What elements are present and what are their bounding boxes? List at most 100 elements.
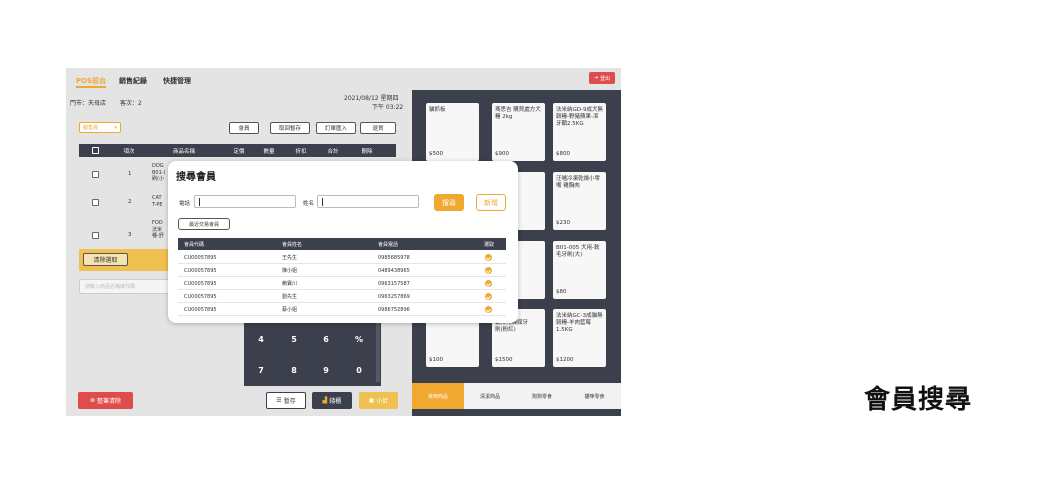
key-7[interactable]: 7 [246, 356, 276, 384]
product-name: B01-005 犬用-軟毛牙刷(大) [556, 245, 600, 259]
check-circle-icon[interactable] [485, 293, 492, 300]
row-index: 1 [128, 171, 132, 177]
member-row[interactable]: CU00057895 陳小姐 0489438965 [178, 264, 506, 277]
row-product-name: CAT T-PE [152, 195, 163, 208]
numeric-keypad: 4 5 6 % 7 8 9 0 [244, 318, 381, 386]
row-checkbox[interactable] [92, 232, 99, 239]
add-member-button[interactable]: 新增 [476, 194, 506, 211]
product-price: $1500 [495, 357, 513, 363]
member-row[interactable]: CU00057895 賴寶川 0963157587 [178, 277, 506, 290]
guest-count: 客次：2 [120, 100, 142, 107]
subtotal-button[interactable]: ▣ 小計 [359, 392, 398, 409]
key-8[interactable]: 8 [279, 356, 309, 384]
name-input[interactable] [317, 195, 419, 208]
col-price: 定價 [233, 148, 245, 155]
category-tab[interactable]: 常用商品 [412, 383, 464, 409]
cashbox-icon: ▟ [322, 397, 328, 404]
select-all-checkbox[interactable] [92, 147, 99, 154]
category-tab[interactable]: 清潔商品 [464, 383, 516, 409]
keypad-side-key[interactable] [376, 322, 380, 382]
store-label: 門市：天母店 [70, 100, 107, 107]
col-delete: 刪除 [361, 148, 373, 155]
cashbox-button[interactable]: ▟ 錢櫃 [312, 392, 352, 409]
member-code: CU00057895 [184, 306, 217, 313]
member-phone: 0985685978 [378, 254, 410, 261]
product-name: 瑪思吉 購買處方犬糧 2kg [495, 107, 541, 121]
text-cursor [322, 198, 323, 206]
tab-pos[interactable]: POS前台 [76, 76, 106, 86]
check-circle-icon[interactable] [485, 280, 492, 287]
member-name: 蔡小姐 [282, 307, 298, 313]
clear-select-button[interactable]: 清除選取 [83, 253, 128, 266]
product-card[interactable]: 汪喵冷凍乾燥小零嘴 雞胸肉 $230 [553, 172, 606, 230]
member-table-header: 會員代碼 會員姓名 會員電話 選取 [178, 238, 506, 250]
member-phone: 0963157587 [378, 280, 410, 287]
member-row[interactable]: CU00057895 王先生 0985685978 [178, 251, 506, 264]
category-tab[interactable]: 狗狗零食 [516, 383, 568, 409]
scan-input[interactable]: 請輸入商品名稱或代碼 [79, 279, 179, 294]
col-quantity: 數量 [263, 148, 275, 155]
product-card[interactable]: B01-005 犬用-軟毛牙刷(大) $80 [553, 241, 606, 299]
key-5[interactable]: 5 [279, 325, 309, 353]
product-card[interactable]: 貓抓板 $500 [426, 103, 479, 161]
key-4[interactable]: 4 [246, 325, 276, 353]
row-index: 2 [128, 199, 132, 205]
product-card[interactable]: 法米納GC-3成貓無穀糧-羊肉藍莓1.5KG $1200 [553, 309, 606, 367]
col-member-name: 會員姓名 [282, 241, 303, 248]
col-total: 合計 [327, 148, 339, 155]
member-code: CU00057895 [184, 267, 217, 274]
product-price: $100 [429, 357, 443, 363]
product-price: $500 [429, 151, 443, 157]
order-import-button[interactable]: 訂單匯入 [316, 122, 356, 134]
member-code: CU00057895 [184, 254, 217, 261]
member-row[interactable]: CU00057895 蔡小姐 0986752896 [178, 303, 506, 316]
recent-members-button[interactable]: 最近交易會員 [178, 218, 230, 230]
clear-all-button[interactable]: ⊗ 整筆清除 [78, 392, 133, 409]
row-product-name: FOO 法米 種-舒 [152, 220, 164, 239]
member-button[interactable]: 會員 [229, 122, 259, 134]
member-search-modal: 搜尋會員 電話 姓名 搜尋 新增 最近交易會員 會員代碼 會員姓名 會員電話 選… [168, 161, 518, 323]
time-display: 下午 03:22 [372, 104, 404, 111]
close-circle-icon: ⊗ [89, 397, 95, 404]
product-name: 汪喵冷凍乾燥小零嘴 雞胸肉 [556, 176, 601, 190]
active-tab-indicator [76, 86, 106, 88]
key-6[interactable]: 6 [311, 325, 341, 353]
category-tab[interactable]: 貓咪零食 [568, 383, 621, 409]
col-index: 項次 [123, 148, 135, 155]
logout-icon: ⇥ [593, 75, 599, 81]
row-checkbox[interactable] [92, 171, 99, 178]
member-row[interactable]: CU00057895 劉先生 0963257869 [178, 290, 506, 303]
member-phone: 0986752896 [378, 306, 410, 313]
product-price: $900 [495, 151, 509, 157]
phone-label: 電話 [179, 201, 191, 207]
page-caption: 會員搜尋 [864, 385, 973, 415]
tab-shortcut-management[interactable]: 快捷管理 [163, 76, 191, 86]
order-table-header: 項次 商品名稱 定價 數量 折扣 合計 刪除 [79, 144, 396, 157]
logout-button[interactable]: ⇥ 登出 [589, 72, 615, 84]
product-card[interactable]: 法米納GD-9成犬無穀糧-野豬蘋果-潔牙顆2.5KG $800 [553, 103, 606, 161]
key-9[interactable]: 9 [311, 356, 341, 384]
row-checkbox[interactable] [92, 199, 99, 206]
member-name: 王先生 [282, 255, 298, 261]
modal-title: 搜尋會員 [176, 172, 216, 183]
clear-select-bar: 清除選取 [79, 249, 179, 271]
category-bar: 常用商品 清潔商品 狗狗零食 貓咪零食 [412, 383, 621, 409]
retrieve-hold-button[interactable]: 取回暫存 [270, 122, 310, 134]
phone-input[interactable] [194, 195, 296, 208]
col-select: 選取 [484, 241, 495, 248]
product-name: 法米納GC-3成貓無穀糧-羊肉藍莓1.5KG [556, 313, 603, 334]
check-circle-icon[interactable] [485, 306, 492, 313]
search-button[interactable]: 搜尋 [434, 194, 464, 211]
product-name: 法米納GD-9成犬無穀糧-野豬蘋果-潔牙顆2.5KG [556, 107, 603, 128]
tab-sales-records[interactable]: 銷售紀錄 [119, 76, 147, 86]
hold-button[interactable]: ☰ 暫存 [266, 392, 306, 409]
col-member-phone: 會員電話 [378, 241, 399, 248]
key-0[interactable]: 0 [344, 356, 374, 384]
key-percent[interactable]: % [344, 325, 374, 353]
check-circle-icon[interactable] [485, 267, 492, 274]
check-circle-icon[interactable] [485, 254, 492, 261]
product-price: $1200 [556, 357, 574, 363]
return-button[interactable]: 退貨 [360, 122, 396, 134]
salesperson-select[interactable]: 銷售員 ▾ [79, 122, 121, 133]
product-card[interactable]: 瑪思吉 購買處方犬糧 2kg $900 [492, 103, 545, 161]
